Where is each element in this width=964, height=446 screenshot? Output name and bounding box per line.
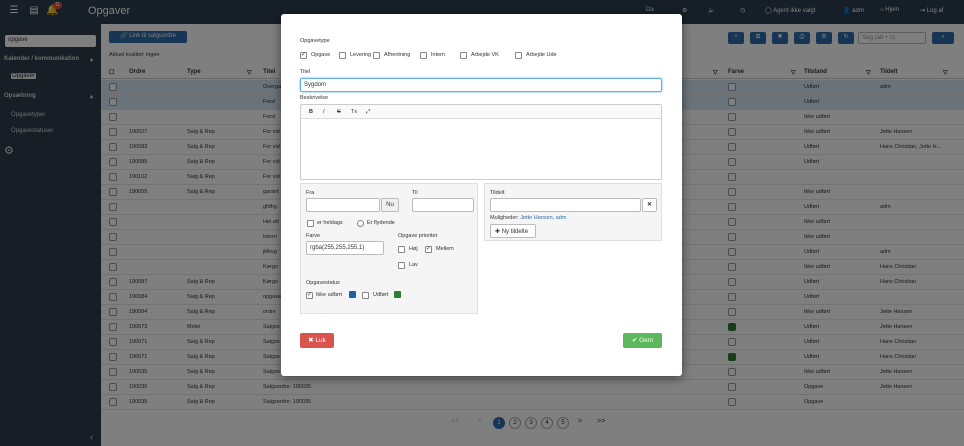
types-label: Opgavetype bbox=[300, 38, 330, 44]
bold-icon[interactable]: B bbox=[309, 109, 313, 115]
to-input[interactable] bbox=[412, 198, 474, 212]
status-not-done-checkbox[interactable]: ✓ bbox=[306, 292, 313, 299]
priority-low-checkbox[interactable] bbox=[398, 262, 405, 269]
status-label: Opgavestatus bbox=[306, 280, 340, 286]
task-type-checkbox[interactable] bbox=[420, 52, 427, 59]
task-type-checkbox[interactable] bbox=[460, 52, 467, 59]
options-prefix: Muligheder: bbox=[490, 215, 519, 221]
task-type-label: Afhentning bbox=[384, 52, 411, 58]
priority-high-checkbox[interactable] bbox=[398, 246, 405, 253]
from-input[interactable] bbox=[306, 198, 380, 212]
button-label: Ny tildelte bbox=[501, 229, 529, 235]
task-type-label: Arbejde VK bbox=[471, 52, 499, 58]
recurring-toggle[interactable] bbox=[357, 220, 364, 227]
options-links[interactable]: Jette Hansen, adm bbox=[520, 215, 566, 221]
italic-icon[interactable]: I bbox=[323, 109, 325, 115]
recurring-label: Er flydende bbox=[367, 220, 395, 226]
clear-assigned-icon[interactable]: ✕ bbox=[642, 198, 657, 212]
description-editor[interactable]: B I S Tx ⤢ bbox=[300, 104, 662, 180]
task-dialog: Opgavetype ✓ Opgave Levering Afhentning Inte… bbox=[281, 14, 682, 376]
allday-label: er heldags bbox=[317, 220, 343, 226]
assigned-label: Tildelt bbox=[490, 190, 505, 196]
priority-medium-checkbox[interactable]: ✓ bbox=[425, 246, 432, 253]
title-label: Titel bbox=[300, 69, 311, 75]
now-button[interactable]: Nu bbox=[381, 198, 399, 212]
new-assign-button[interactable]: ✚ Ny tildelte bbox=[490, 224, 536, 238]
color-input[interactable]: rgba(255,255,255,1) bbox=[306, 241, 384, 255]
from-label: Fra bbox=[306, 190, 315, 196]
priority-low-label: Lav bbox=[409, 262, 418, 268]
task-type-label: Arbejde Ude bbox=[526, 52, 557, 58]
task-type-label: Levering bbox=[350, 52, 372, 58]
task-type-checkbox[interactable] bbox=[515, 52, 522, 59]
status-not-done-label: Ikke udført bbox=[316, 292, 342, 298]
status-done-checkbox[interactable] bbox=[362, 292, 369, 299]
editor-toolbar: B I S Tx ⤢ bbox=[301, 105, 661, 119]
assign-panel: Tildelt ✕ Muligheder: Jette Hansen, adm … bbox=[484, 183, 662, 241]
button-label: Luk bbox=[315, 337, 326, 344]
description-label: Beskrivelse bbox=[300, 95, 329, 101]
task-type-checkbox[interactable] bbox=[373, 52, 380, 59]
status-green-swatch bbox=[394, 291, 401, 298]
priority-high-label: Høj bbox=[409, 246, 418, 252]
options-label: Muligheder: Jette Hansen, adm bbox=[490, 215, 566, 221]
priority-label: Opgave prioritet bbox=[398, 233, 438, 239]
allday-checkbox[interactable] bbox=[307, 220, 314, 227]
time-panel: Fra Nu Til er heldags Er flydende Farve … bbox=[300, 183, 478, 314]
assigned-input[interactable] bbox=[490, 198, 641, 212]
strikethrough-icon[interactable]: S bbox=[337, 109, 341, 115]
fullscreen-icon[interactable]: ⤢ bbox=[366, 109, 370, 116]
color-label: Farve bbox=[306, 233, 321, 239]
status-done-label: Udført bbox=[373, 292, 389, 298]
task-type-label: Intern bbox=[431, 52, 446, 58]
task-type-label: Opgave bbox=[311, 52, 331, 58]
button-label: Gem bbox=[639, 337, 654, 344]
task-type-checkbox[interactable] bbox=[339, 52, 346, 59]
task-type-checkbox[interactable]: ✓ bbox=[300, 52, 307, 59]
close-button[interactable]: ✖ Luk bbox=[300, 333, 334, 348]
status-blue-swatch bbox=[349, 291, 356, 298]
priority-medium-label: Mellem bbox=[436, 246, 454, 252]
clear-format-icon[interactable]: Tx bbox=[351, 109, 357, 115]
save-button[interactable]: ✔ Gem bbox=[623, 333, 662, 348]
to-label: Til bbox=[412, 190, 418, 196]
title-input[interactable]: Sygdom bbox=[300, 78, 662, 92]
